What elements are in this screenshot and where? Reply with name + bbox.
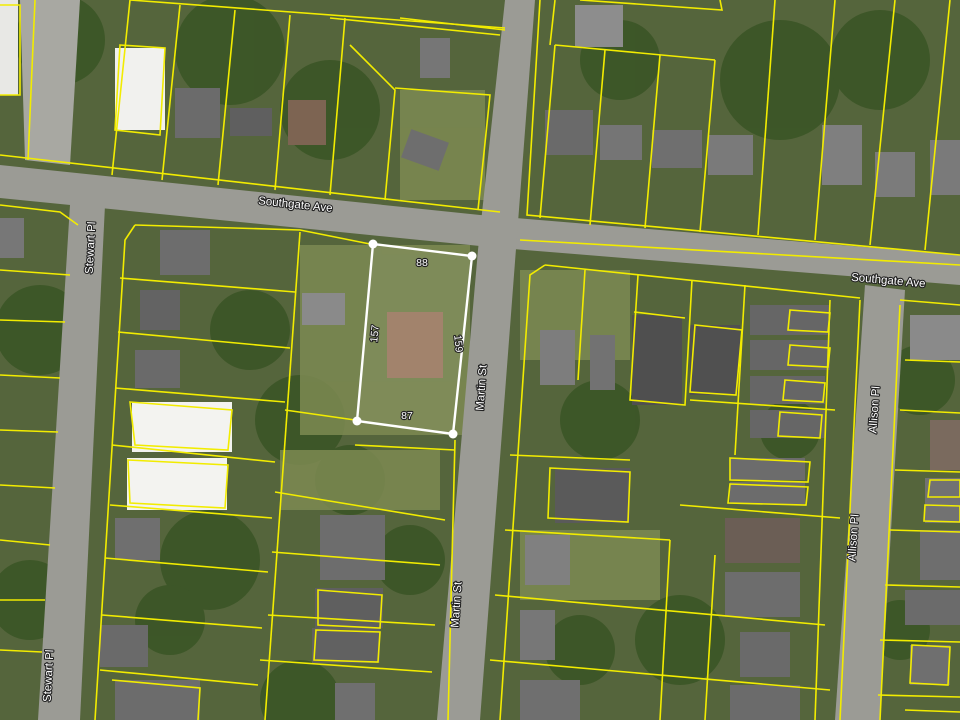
subject-vertex-sw[interactable] xyxy=(352,416,362,426)
dimension-east: 159 xyxy=(451,334,465,353)
map-canvas: 88 159 87 157 Southgate Ave Southgate Av… xyxy=(0,0,960,720)
subject-vertex-nw[interactable] xyxy=(368,239,378,249)
dimension-west: 157 xyxy=(368,324,382,343)
dimension-south: 87 xyxy=(401,410,413,422)
subject-vertex-se[interactable] xyxy=(448,429,458,439)
aerial-parcel-map[interactable]: 88 159 87 157 Southgate Ave Southgate Av… xyxy=(0,0,960,720)
subject-vertex-ne[interactable] xyxy=(467,251,477,261)
dimension-north: 88 xyxy=(416,257,428,269)
